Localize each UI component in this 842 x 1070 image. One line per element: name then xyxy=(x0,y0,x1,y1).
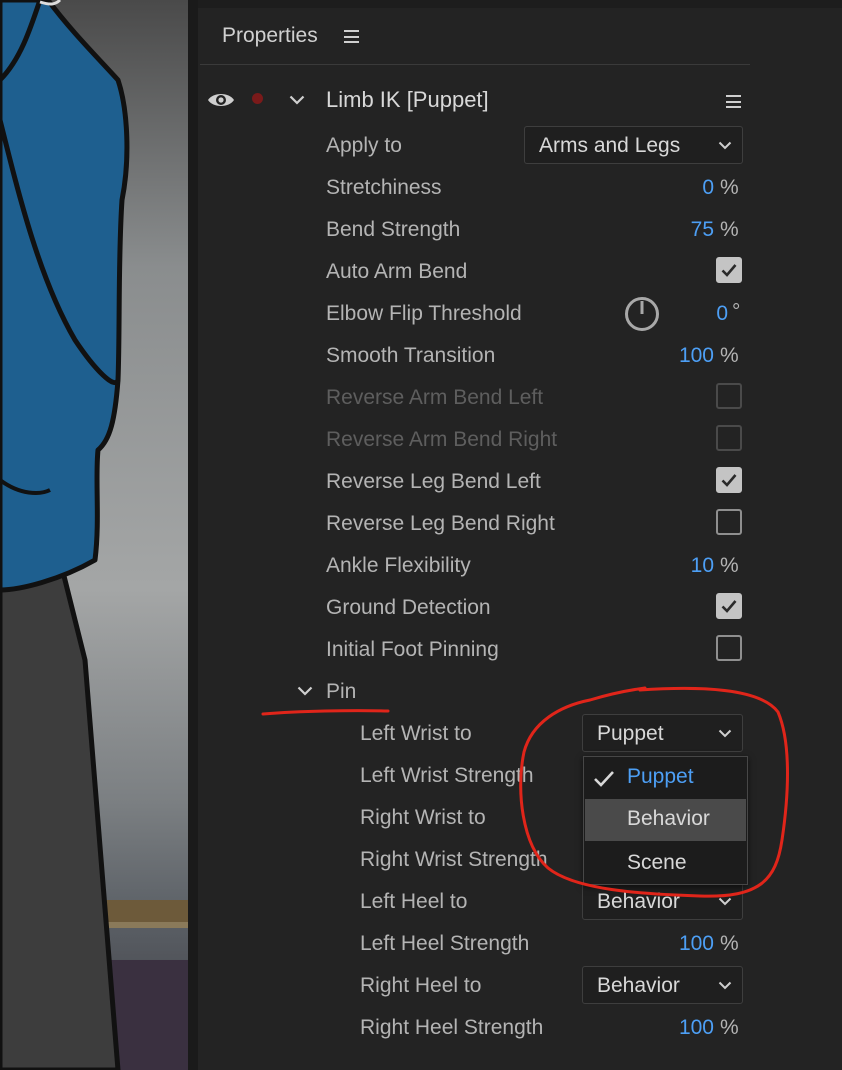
checkmark-icon xyxy=(721,600,737,613)
smooth-transition-unit: % xyxy=(720,344,739,367)
reverse-arm-bend-right-label: Reverse Arm Bend Right xyxy=(326,428,558,451)
right-heel-to-dropdown[interactable]: Behavior xyxy=(582,966,743,1004)
chevron-down-icon xyxy=(718,141,732,150)
chevron-down-icon xyxy=(718,729,732,738)
ground-detection-checkbox[interactable] xyxy=(716,593,742,619)
auto-arm-bend-label: Auto Arm Bend xyxy=(326,260,468,283)
left-heel-strength-value[interactable]: 100 xyxy=(679,932,714,956)
reverse-arm-bend-left-checkbox xyxy=(716,383,742,409)
right-heel-strength-label: Right Heel Strength xyxy=(360,1016,544,1039)
left-heel-strength-unit: % xyxy=(720,932,739,955)
menu-option-behavior[interactable]: Behavior xyxy=(585,799,746,841)
menu-option-label: Behavior xyxy=(627,807,710,830)
apply-to-value: Arms and Legs xyxy=(539,134,681,157)
scene-canvas[interactable] xyxy=(0,0,188,1070)
smooth-transition-value[interactable]: 100 xyxy=(679,344,714,368)
right-heel-strength-unit: % xyxy=(720,1016,739,1039)
properties-panel xyxy=(198,8,842,1070)
behavior-collapse-chevron-down-icon[interactable] xyxy=(289,95,305,105)
left-wrist-to-dropdown[interactable]: Puppet xyxy=(582,714,743,752)
elbow-flip-threshold-value[interactable]: 0 xyxy=(716,302,728,326)
left-wrist-strength-label: Left Wrist Strength xyxy=(360,764,534,787)
menu-option-puppet[interactable]: Puppet xyxy=(585,757,746,799)
elbow-flip-threshold-label: Elbow Flip Threshold xyxy=(326,302,522,325)
right-wrist-to-label: Right Wrist to xyxy=(360,806,486,829)
pin-target-dropdown-menu: Puppet Behavior Scene xyxy=(583,756,748,885)
reverse-leg-bend-right-checkbox[interactable] xyxy=(716,509,742,535)
angle-knob-icon[interactable] xyxy=(624,296,660,332)
checkmark-icon xyxy=(721,264,737,277)
left-heel-to-label: Left Heel to xyxy=(360,890,468,913)
auto-arm-bend-checkbox[interactable] xyxy=(716,257,742,283)
pin-group-chevron-down-icon[interactable] xyxy=(297,686,313,696)
chevron-down-icon xyxy=(718,981,732,990)
bend-strength-unit: % xyxy=(720,218,739,241)
header-separator xyxy=(200,64,750,65)
left-heel-to-value: Behavior xyxy=(597,890,680,913)
reverse-leg-bend-right-label: Reverse Leg Bend Right xyxy=(326,512,555,535)
eye-icon[interactable] xyxy=(207,90,235,110)
ankle-flexibility-label: Ankle Flexibility xyxy=(326,554,471,577)
bend-strength-label: Bend Strength xyxy=(326,218,461,241)
stretchiness-value[interactable]: 0 xyxy=(702,176,714,200)
reverse-leg-bend-left-checkbox[interactable] xyxy=(716,467,742,493)
apply-to-label: Apply to xyxy=(326,134,402,157)
menu-option-label: Scene xyxy=(627,851,687,874)
puppet-illustration xyxy=(0,0,188,1070)
left-heel-strength-label: Left Heel Strength xyxy=(360,932,530,955)
menu-option-scene[interactable]: Scene xyxy=(585,843,746,885)
reverse-leg-bend-left-label: Reverse Leg Bend Left xyxy=(326,470,541,493)
checkmark-icon xyxy=(721,474,737,487)
right-heel-to-label: Right Heel to xyxy=(360,974,482,997)
bend-strength-value[interactable]: 75 xyxy=(691,218,714,242)
right-heel-to-value: Behavior xyxy=(597,974,680,997)
initial-foot-pinning-label: Initial Foot Pinning xyxy=(326,638,499,661)
right-heel-strength-value[interactable]: 100 xyxy=(679,1016,714,1040)
ground-detection-label: Ground Detection xyxy=(326,596,491,619)
left-wrist-to-value: Puppet xyxy=(597,722,664,745)
reverse-arm-bend-left-label: Reverse Arm Bend Left xyxy=(326,386,544,409)
panel-divider[interactable] xyxy=(188,0,198,1070)
behavior-menu-hamburger-icon[interactable] xyxy=(726,95,741,108)
pin-group-label[interactable]: Pin xyxy=(326,680,356,704)
stretchiness-unit: % xyxy=(720,176,739,199)
smooth-transition-label: Smooth Transition xyxy=(326,344,496,367)
panel-menu-hamburger-icon[interactable] xyxy=(344,30,359,43)
elbow-flip-threshold-unit: ° xyxy=(732,300,741,323)
ankle-flexibility-value[interactable]: 10 xyxy=(691,554,714,578)
left-wrist-to-label: Left Wrist to xyxy=(360,722,472,745)
initial-foot-pinning-checkbox[interactable] xyxy=(716,635,742,661)
checkmark-icon xyxy=(594,771,614,787)
reverse-arm-bend-right-checkbox xyxy=(716,425,742,451)
apply-to-dropdown[interactable]: Arms and Legs xyxy=(524,126,743,164)
panel-title: Properties xyxy=(222,24,318,47)
stretchiness-label: Stretchiness xyxy=(326,176,442,199)
behavior-title: Limb IK [Puppet] xyxy=(326,87,489,112)
right-wrist-strength-label: Right Wrist Strength xyxy=(360,848,548,871)
panel-top-bar xyxy=(198,0,842,8)
menu-option-label: Puppet xyxy=(627,765,694,788)
left-heel-to-dropdown[interactable]: Behavior xyxy=(582,882,743,920)
chevron-down-icon xyxy=(718,897,732,906)
record-icon[interactable] xyxy=(252,93,263,104)
ankle-flexibility-unit: % xyxy=(720,554,739,577)
